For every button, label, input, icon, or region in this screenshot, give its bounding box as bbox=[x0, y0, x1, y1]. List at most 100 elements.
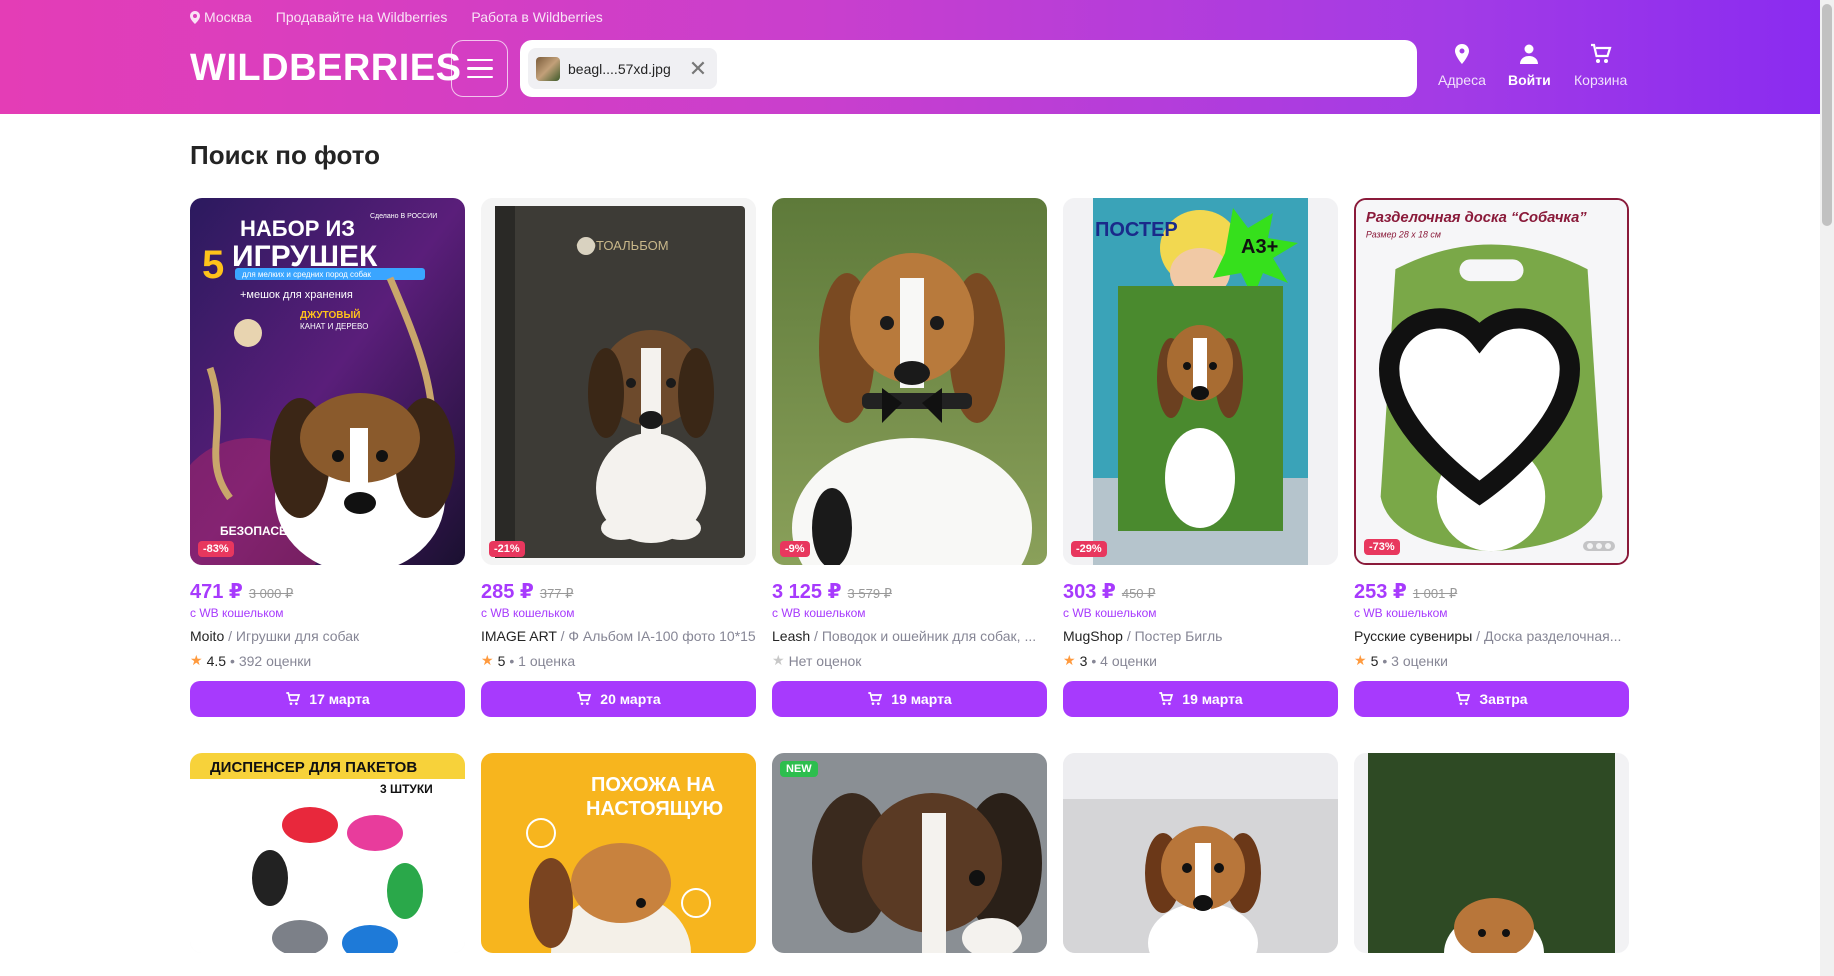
product-category: / Постер Бигль bbox=[1122, 628, 1223, 644]
product-image[interactable]: -9% bbox=[772, 198, 1047, 565]
product-grid: НАБОР ИЗ 5 ИГРУШЕК Сделано В РОССИИ для … bbox=[190, 198, 1629, 953]
product-category: / Ф Альбом IA-100 фото 10*15 bbox=[556, 628, 756, 644]
product-name[interactable]: Русские сувениры / Доска разделочная... bbox=[1354, 628, 1629, 644]
img-text: ПОСТЕР bbox=[1095, 219, 1178, 241]
city-label: Москва bbox=[204, 9, 252, 25]
delivery-date: 19 марта bbox=[1182, 691, 1243, 707]
img-text: ДЖУТОВЫЙ bbox=[300, 308, 360, 321]
product-name[interactable]: Moito / Игрушки для собак bbox=[190, 628, 465, 644]
discount-badge: -9% bbox=[780, 541, 810, 557]
discount-badge: -73% bbox=[1364, 539, 1400, 555]
location-pin-icon bbox=[190, 10, 200, 24]
nav-cart[interactable]: Корзина bbox=[1574, 42, 1627, 88]
product-image[interactable]: ДИСПЕНСЕР ДЛЯ ПАКЕТОВ 3 ШТУКИ bbox=[190, 753, 465, 953]
img-text: БЕЗОПАСЕН bbox=[220, 524, 296, 538]
product-name[interactable]: MugShop / Постер Бигль bbox=[1063, 628, 1338, 644]
product-photo: А3+ ПОСТЕР bbox=[1063, 198, 1338, 565]
work-link[interactable]: Работа в Wildberries bbox=[471, 9, 602, 25]
reviews-count: Нет оценок bbox=[788, 652, 862, 669]
nav-cart-label: Корзина bbox=[1574, 72, 1628, 88]
product-image[interactable]: NEW bbox=[772, 753, 1047, 953]
discount-badge: -29% bbox=[1071, 541, 1107, 557]
price-row: 303 ₽ 450 ₽ bbox=[1063, 579, 1338, 604]
rating-value: 5 bbox=[1370, 652, 1379, 669]
price: 285 ₽ bbox=[481, 581, 534, 603]
delivery-date: 17 марта bbox=[309, 691, 370, 707]
sell-link[interactable]: Продавайте на Wildberries bbox=[276, 9, 448, 25]
user-icon bbox=[1520, 44, 1539, 64]
rating-row: ★ 5 • 1 оценка bbox=[481, 652, 756, 669]
photo-thumbnail bbox=[536, 56, 560, 81]
product-photo bbox=[1063, 753, 1338, 953]
menu-button[interactable] bbox=[451, 40, 508, 97]
old-price: 1 001 ₽ bbox=[1412, 586, 1458, 601]
new-badge: NEW bbox=[780, 761, 818, 777]
carousel-dots[interactable] bbox=[1583, 541, 1615, 551]
photo-filename: beagl....57xd.jpg bbox=[568, 60, 671, 77]
product-card[interactable]: ФОТОАЛЬБОМ -21% 285 ₽ 377 ₽ с WB кошелько… bbox=[481, 198, 756, 717]
photo-chip[interactable]: beagl....57xd.jpg ✕ bbox=[528, 48, 718, 89]
cart-icon bbox=[1456, 692, 1471, 705]
nav-login[interactable]: Войти bbox=[1508, 42, 1551, 88]
wallet-note: с WB кошельком bbox=[481, 606, 575, 620]
star-icon: ★ bbox=[772, 652, 785, 668]
brand: Moito bbox=[190, 628, 225, 644]
reviews-count: • 392 оценки bbox=[230, 652, 312, 669]
add-to-cart-button[interactable]: 19 марта bbox=[1063, 681, 1338, 717]
product-name[interactable]: Leash / Поводок и ошейник для собак, ... bbox=[772, 628, 1047, 644]
star-icon: ★ bbox=[1063, 652, 1076, 668]
product-card[interactable]: Разделочная доска “Собачка” Размер 28 х … bbox=[1354, 198, 1629, 717]
product-card[interactable] bbox=[1063, 753, 1338, 953]
img-text: ПОХОЖА НА bbox=[591, 774, 715, 796]
product-card[interactable]: NEW bbox=[772, 753, 1047, 953]
search-input[interactable]: beagl....57xd.jpg ✕ bbox=[520, 40, 1417, 97]
product-card[interactable]: ПОХОЖА НА НАСТОЯЩУЮ bbox=[481, 753, 756, 953]
img-text: КАНАТ И ДЕРЕВО bbox=[300, 322, 368, 331]
add-to-cart-button[interactable]: 20 марта bbox=[481, 681, 756, 717]
product-card[interactable]: ДИСПЕНСЕР ДЛЯ ПАКЕТОВ 3 ШТУКИ bbox=[190, 753, 465, 953]
add-to-cart-button[interactable]: Завтра bbox=[1354, 681, 1629, 717]
logo[interactable]: WILDBERRIES bbox=[190, 47, 462, 90]
product-image[interactable]: А3+ ПОСТЕР -29% bbox=[1063, 198, 1338, 565]
add-to-cart-button[interactable]: 17 марта bbox=[190, 681, 465, 717]
heart-icon[interactable] bbox=[1354, 210, 1615, 565]
product-image[interactable] bbox=[1354, 753, 1629, 953]
product-image[interactable]: НАБОР ИЗ 5 ИГРУШЕК Сделано В РОССИИ для … bbox=[190, 198, 465, 565]
nav-addresses[interactable]: Адреса bbox=[1438, 42, 1486, 88]
header: Москва Продавайте на Wildberries Работа … bbox=[0, 0, 1820, 114]
product-image[interactable]: ПОХОЖА НА НАСТОЯЩУЮ bbox=[481, 753, 756, 953]
product-image[interactable]: ФОТОАЛЬБОМ -21% bbox=[481, 198, 756, 565]
city-link[interactable]: Москва bbox=[190, 9, 252, 25]
product-name[interactable]: IMAGE ART / Ф Альбом IA-100 фото 10*15 bbox=[481, 628, 756, 644]
product-photo: НАБОР ИЗ 5 ИГРУШЕК Сделано В РОССИИ для … bbox=[190, 198, 465, 565]
img-text: ДИСПЕНСЕР ДЛЯ ПАКЕТОВ bbox=[210, 759, 417, 776]
img-text: НАБОР ИЗ bbox=[240, 216, 355, 241]
close-icon[interactable]: ✕ bbox=[689, 57, 707, 80]
brand: Leash bbox=[772, 628, 811, 644]
product-category: / Игрушки для собак bbox=[224, 628, 360, 644]
rating-value: 3 bbox=[1079, 652, 1088, 669]
img-text: 3 ШТУКИ bbox=[380, 782, 433, 796]
scrollbar-thumb[interactable] bbox=[1822, 4, 1832, 226]
burger-line bbox=[466, 67, 493, 70]
product-card[interactable] bbox=[1354, 753, 1629, 953]
product-card[interactable]: -9% 3 125 ₽ 3 579 ₽ с WB кошельком Leash … bbox=[772, 198, 1047, 717]
price: 253 ₽ bbox=[1354, 581, 1407, 603]
img-text: +мешок для хранения bbox=[240, 289, 353, 301]
cart-icon bbox=[868, 692, 883, 705]
brand: IMAGE ART bbox=[481, 628, 557, 644]
cart-icon bbox=[577, 692, 592, 705]
cart-icon bbox=[1590, 43, 1612, 63]
reviews-count: • 3 оценки bbox=[1382, 652, 1448, 669]
product-photo: ДИСПЕНСЕР ДЛЯ ПАКЕТОВ 3 ШТУКИ bbox=[190, 753, 465, 953]
add-to-cart-button[interactable]: 19 марта bbox=[772, 681, 1047, 717]
product-card[interactable]: НАБОР ИЗ 5 ИГРУШЕК Сделано В РОССИИ для … bbox=[190, 198, 465, 717]
reviews-count: • 4 оценки bbox=[1091, 652, 1157, 669]
product-image[interactable] bbox=[1063, 753, 1338, 953]
product-image[interactable]: Разделочная доска “Собачка” Размер 28 х … bbox=[1354, 198, 1629, 565]
rating-row: ★ 4.5 • 392 оценки bbox=[190, 652, 465, 669]
rating-value: 5 bbox=[497, 652, 506, 669]
brand: MugShop bbox=[1063, 628, 1123, 644]
img-text: НАСТОЯЩУЮ bbox=[586, 798, 723, 820]
product-card[interactable]: А3+ ПОСТЕР -29% 303 ₽ 450 ₽ с WB кошелько… bbox=[1063, 198, 1338, 717]
